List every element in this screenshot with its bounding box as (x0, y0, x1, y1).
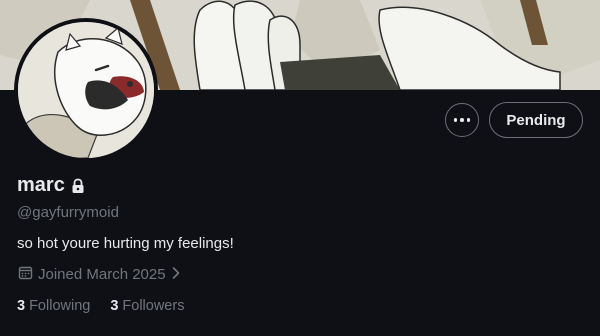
more-options-button[interactable] (445, 103, 479, 137)
followers-label: Followers (122, 298, 185, 314)
calendar-icon (18, 265, 33, 284)
profile-bio: so hot youre hurting my feelings! (17, 235, 234, 252)
profile-page: Pending marc @gayfurrymoid so hot youre … (0, 0, 600, 336)
display-name: marc (17, 174, 65, 196)
more-horizontal-icon (453, 118, 471, 122)
lock-icon (71, 178, 85, 194)
joined-date[interactable]: Joined March 2025 (18, 265, 181, 284)
following-label: Following (29, 298, 91, 314)
following-link[interactable]: 3 Following (17, 298, 90, 314)
chevron-right-icon (171, 266, 181, 284)
followers-link[interactable]: 3 Followers (110, 298, 184, 314)
followers-count: 3 (110, 298, 119, 314)
joined-label: Joined March 2025 (38, 266, 166, 283)
avatar[interactable] (14, 18, 158, 162)
following-count: 3 (17, 298, 26, 314)
pending-follow-button[interactable]: Pending (489, 102, 583, 138)
avatar-image (18, 22, 154, 158)
display-name-row: marc (17, 174, 85, 197)
follow-stats: 3 Following 3 Followers (17, 298, 184, 314)
profile-handle: @gayfurrymoid (17, 204, 119, 221)
